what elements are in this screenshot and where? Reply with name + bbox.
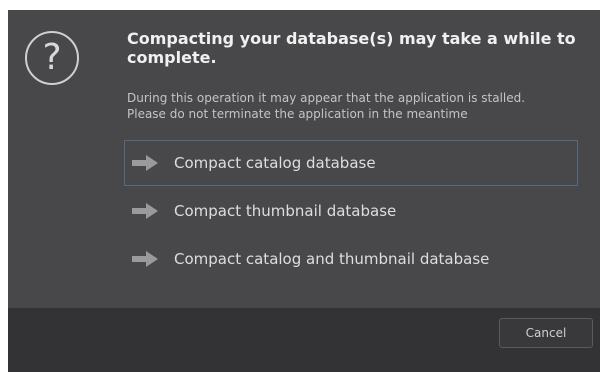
arrow-right-icon: [130, 155, 160, 171]
cancel-button[interactable]: Cancel: [499, 318, 593, 348]
description-line-1: During this operation it may appear that…: [127, 91, 526, 105]
compact-thumbnail-option[interactable]: Compact thumbnail database: [124, 188, 578, 234]
arrow-right-icon: [130, 203, 160, 219]
question-icon: ?: [25, 31, 79, 85]
dialog-title: Compacting your database(s) may take a w…: [127, 29, 576, 67]
arrow-right-icon: [130, 251, 160, 267]
description-line-2: Please do not terminate the application …: [127, 107, 468, 121]
compact-catalog-option[interactable]: Compact catalog database: [124, 140, 578, 186]
compact-catalog-and-thumbnail-option[interactable]: Compact catalog and thumbnail database: [124, 236, 578, 282]
compact-options-list: Compact catalog database Compact thumbna…: [124, 140, 580, 284]
option-label: Compact thumbnail database: [174, 202, 397, 220]
compact-database-dialog: ? Compacting your database(s) may take a…: [8, 10, 600, 372]
dialog-footer: Cancel: [8, 308, 600, 372]
dialog-description: During this operation it may appear that…: [127, 90, 597, 122]
option-label: Compact catalog and thumbnail database: [174, 250, 490, 268]
option-label: Compact catalog database: [174, 154, 376, 172]
